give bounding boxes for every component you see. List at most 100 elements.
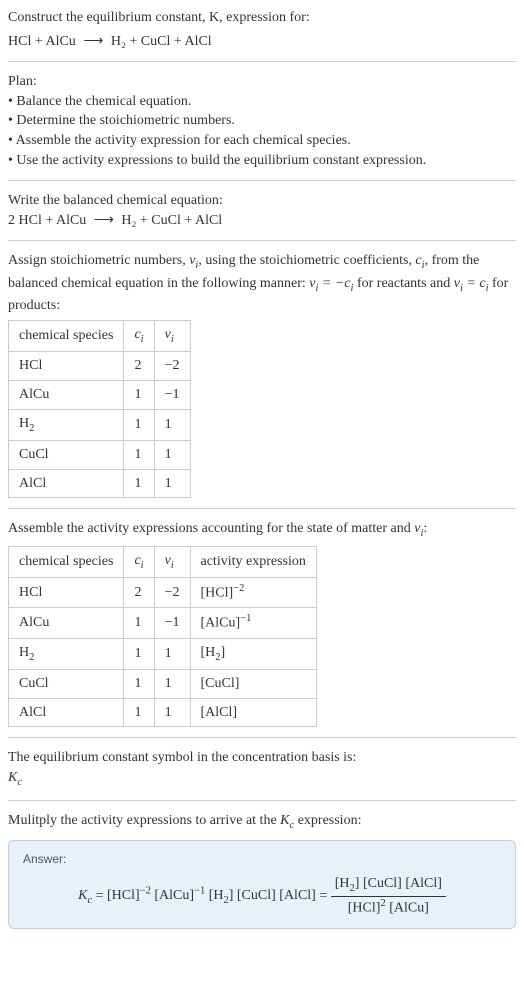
- c-i: ci: [415, 253, 424, 268]
- cell-species: AlCl: [9, 698, 124, 727]
- cell-vi: 1: [154, 638, 190, 669]
- unbalanced-equation: HCl + AlCu ⟶ H₂ + CuCl + AlCl: [8, 32, 516, 52]
- col-vi: νi: [154, 320, 190, 351]
- cell-ci: 1: [124, 441, 154, 470]
- divider: [8, 240, 516, 241]
- col-ci: ci: [124, 546, 154, 577]
- table-row: AlCl 1 1: [9, 469, 191, 498]
- col-species: chemical species: [9, 546, 124, 577]
- balanced-equation: 2 HCl + AlCu ⟶ H₂ + CuCl + AlCl: [8, 211, 516, 231]
- col-expr: activity expression: [190, 546, 316, 577]
- answer-label: Answer:: [23, 851, 501, 868]
- balanced-section: Write the balanced chemical equation: 2 …: [8, 191, 516, 230]
- table-row: H2 1 1 [H2]: [9, 638, 317, 669]
- table-row: AlCu 1 −1: [9, 380, 191, 409]
- equation-lhs: HCl + AlCu: [8, 34, 76, 49]
- cell-expr: [HCl]−2: [190, 578, 316, 608]
- equals: =: [96, 888, 107, 903]
- prompt-text: Construct the equilibrium constant, K, e…: [8, 10, 310, 25]
- prompt-line: Construct the equilibrium constant, K, e…: [8, 8, 516, 28]
- plan-section: Plan: Balance the chemical equation. Det…: [8, 72, 516, 170]
- rel: νi = −ci: [309, 276, 353, 291]
- divider: [8, 800, 516, 801]
- equation-rhs: H₂ + CuCl + AlCl: [111, 34, 212, 49]
- cell-vi: −1: [154, 608, 190, 638]
- cell-species: H2: [9, 638, 124, 669]
- table-header-row: chemical species ci νi activity expressi…: [9, 546, 317, 577]
- rel: νi = ci: [454, 276, 489, 291]
- cell-vi: 1: [154, 409, 190, 440]
- kc-symbol-section: The equilibrium constant symbol in the c…: [8, 748, 516, 790]
- col-species: chemical species: [9, 320, 124, 351]
- cell-vi: −2: [154, 352, 190, 381]
- plan-item: Determine the stoichiometric numbers.: [8, 111, 516, 131]
- stoich-table: chemical species ci νi HCl 2 −2 AlCu 1 −…: [8, 320, 191, 498]
- text: Mulitply the activity expressions to arr…: [8, 813, 280, 828]
- activity-section: Assemble the activity expressions accoun…: [8, 519, 516, 727]
- cell-species: AlCl: [9, 469, 124, 498]
- text: for reactants and: [353, 276, 453, 291]
- table-row: AlCl 1 1 [AlCl]: [9, 698, 317, 727]
- plan-item: Balance the chemical equation.: [8, 92, 516, 112]
- cell-vi: 1: [154, 670, 190, 699]
- cell-vi: 1: [154, 441, 190, 470]
- table-row: H2 1 1: [9, 409, 191, 440]
- divider: [8, 61, 516, 62]
- divider: [8, 737, 516, 738]
- equation-lhs: 2 HCl + AlCu: [8, 213, 86, 228]
- cell-species: H2: [9, 409, 124, 440]
- cell-ci: 1: [124, 380, 154, 409]
- fraction-numerator: [H2] [CuCl] [AlCl]: [331, 874, 446, 897]
- multiply-intro: Mulitply the activity expressions to arr…: [8, 811, 516, 833]
- text: :: [423, 521, 427, 536]
- fraction-denominator: [HCl]2 [AlCu]: [331, 897, 446, 918]
- cell-expr: [AlCl]: [190, 698, 316, 727]
- text: expression:: [294, 813, 361, 828]
- cell-ci: 2: [124, 352, 154, 381]
- kc: Kc: [280, 813, 294, 828]
- answer-box: Answer: Kc = [HCl]−2 [AlCu]−1 [H2] [CuCl…: [8, 840, 516, 930]
- cell-expr: [CuCl]: [190, 670, 316, 699]
- cell-ci: 1: [124, 608, 154, 638]
- table-row: HCl 2 −2 [HCl]−2: [9, 578, 317, 608]
- cell-vi: −2: [154, 578, 190, 608]
- kc-expression: Kc = [HCl]−2 [AlCu]−1 [H2] [CuCl] [AlCl]…: [23, 874, 501, 919]
- cell-ci: 1: [124, 409, 154, 440]
- cell-species: HCl: [9, 578, 124, 608]
- cell-ci: 1: [124, 698, 154, 727]
- cell-ci: 1: [124, 670, 154, 699]
- col-ci: ci: [124, 320, 154, 351]
- activity-table: chemical species ci νi activity expressi…: [8, 546, 317, 728]
- arrow-icon: ⟶: [83, 32, 103, 52]
- cell-species: CuCl: [9, 670, 124, 699]
- cell-species: HCl: [9, 352, 124, 381]
- cell-ci: 1: [124, 638, 154, 669]
- plan-list: Balance the chemical equation. Determine…: [8, 92, 516, 170]
- text: Assign stoichiometric numbers,: [8, 253, 189, 268]
- table-row: AlCu 1 −1 [AlCu]−1: [9, 608, 317, 638]
- cell-ci: 1: [124, 469, 154, 498]
- equation-rhs: H₂ + CuCl + AlCl: [121, 213, 222, 228]
- kc-lhs: Kc: [78, 888, 92, 903]
- cell-species: AlCu: [9, 380, 124, 409]
- cell-vi: 1: [154, 698, 190, 727]
- cell-species: AlCu: [9, 608, 124, 638]
- cell-ci: 2: [124, 578, 154, 608]
- fraction: [H2] [CuCl] [AlCl] [HCl]2 [AlCu]: [331, 874, 446, 919]
- plan-item: Use the activity expressions to build th…: [8, 151, 516, 171]
- cell-vi: 1: [154, 469, 190, 498]
- kc-symbol: Kc: [8, 768, 516, 790]
- table-row: CuCl 1 1 [CuCl]: [9, 670, 317, 699]
- arrow-icon: ⟶: [94, 211, 114, 231]
- kc-intro: The equilibrium constant symbol in the c…: [8, 748, 516, 768]
- divider: [8, 180, 516, 181]
- stoich-intro: Assign stoichiometric numbers, νi, using…: [8, 251, 516, 316]
- multiply-section: Mulitply the activity expressions to arr…: [8, 811, 516, 929]
- header-section: Construct the equilibrium constant, K, e…: [8, 8, 516, 51]
- cell-vi: −1: [154, 380, 190, 409]
- stoichiometry-section: Assign stoichiometric numbers, νi , using…: [8, 251, 516, 498]
- product-form: [HCl]−2 [AlCu]−1 [H2] [CuCl] [AlCl]: [107, 888, 316, 903]
- text: , using the stoichiometric coefficients,: [198, 253, 415, 268]
- cell-species: CuCl: [9, 441, 124, 470]
- balanced-intro: Write the balanced chemical equation:: [8, 191, 516, 211]
